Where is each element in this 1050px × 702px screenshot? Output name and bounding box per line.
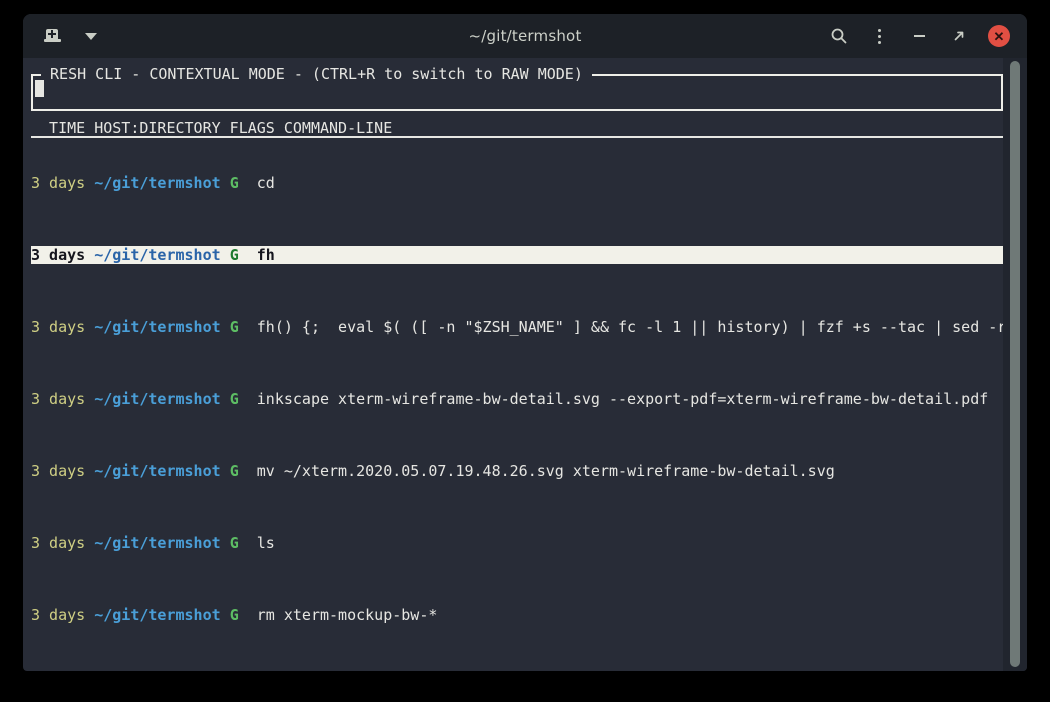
row-time: 3 days (31, 390, 85, 408)
row-host-directory: ~/git/termshot (94, 246, 220, 264)
row-command: ls (257, 534, 275, 552)
row-flags: G (230, 390, 239, 408)
history-row[interactable]: 3 days ~/git/termshot G rm xterm-mockup-… (31, 606, 1003, 624)
history-list: 3 days ~/git/termshot G cd 3 days ~/git/… (31, 138, 1003, 671)
menu-button[interactable] (865, 22, 893, 50)
history-row[interactable]: 3 days ~/git/termshot G ls (31, 534, 1003, 552)
row-host-directory: ~/git/termshot (94, 534, 220, 552)
row-time: 3 days (31, 246, 85, 264)
row-flags: G (230, 246, 239, 264)
kebab-menu-icon (878, 29, 881, 44)
new-tab-icon (43, 28, 63, 44)
history-row[interactable]: 3 days ~/git/termshot G fh (31, 246, 1003, 264)
row-time: 3 days (31, 606, 85, 624)
history-table-header: TIME HOST:DIRECTORY FLAGS COMMAND-LINE (31, 120, 1003, 138)
history-row[interactable]: 3 days ~/git/termshot G mv ~/xterm.2020.… (31, 462, 1003, 480)
row-host-directory: ~/git/termshot (94, 318, 220, 336)
minimize-button[interactable] (905, 22, 933, 50)
history-row[interactable]: 3 days ~/git/termshot G fh() {; eval $( … (31, 318, 1003, 336)
close-icon: ✕ (988, 25, 1010, 47)
row-host-directory: ~/git/termshot (94, 390, 220, 408)
close-button[interactable]: ✕ (985, 22, 1013, 50)
row-host-directory: ~/git/termshot (94, 606, 220, 624)
row-command: fh (257, 246, 275, 264)
row-command: rm xterm-mockup-bw-* (257, 606, 438, 624)
scrollbar-thumb[interactable] (1010, 61, 1020, 667)
terminal-screen: RESH CLI - CONTEXTUAL MODE - (CTRL+R to … (23, 58, 1027, 671)
history-row[interactable]: 3 days ~/git/termshot G cd (31, 174, 1003, 192)
new-tab-button[interactable] (39, 22, 67, 50)
restore-button[interactable] (945, 22, 973, 50)
row-time: 3 days (31, 174, 85, 192)
resh-search-box[interactable]: RESH CLI - CONTEXTUAL MODE - (CTRL+R to … (31, 74, 1003, 111)
row-command: cd (257, 174, 275, 192)
titlebar: ~/git/termshot ✕ (23, 14, 1027, 58)
search-icon (830, 27, 848, 45)
resh-mode-title: RESH CLI - CONTEXTUAL MODE - (CTRL+R to … (41, 65, 592, 83)
row-host-directory: ~/git/termshot (94, 174, 220, 192)
terminal-window: ~/git/termshot ✕ (23, 14, 1027, 671)
row-command: fh() {; eval $( ([ -n "$ZSH_NAME" ] && f… (257, 318, 1003, 336)
row-flags: G (230, 606, 239, 624)
row-command: inkscape xterm-wireframe-bw-detail.svg -… (257, 390, 989, 408)
scrollbar-track[interactable] (1003, 58, 1027, 671)
row-time: 3 days (31, 534, 85, 552)
chevron-down-icon (85, 33, 97, 40)
tab-dropdown-button[interactable] (77, 22, 105, 50)
row-flags: G (230, 318, 239, 336)
restore-icon (952, 29, 966, 43)
row-flags: G (230, 534, 239, 552)
history-row[interactable]: 3 days ~/git/termshot G inkscape xterm-w… (31, 390, 1003, 408)
row-host-directory: ~/git/termshot (94, 462, 220, 480)
text-cursor (35, 80, 44, 97)
row-flags: G (230, 174, 239, 192)
row-command: mv ~/xterm.2020.05.07.19.48.26.svg xterm… (257, 462, 835, 480)
minimize-icon (914, 35, 925, 37)
search-button[interactable] (825, 22, 853, 50)
row-flags: G (230, 462, 239, 480)
row-time: 3 days (31, 318, 85, 336)
row-time: 3 days (31, 462, 85, 480)
